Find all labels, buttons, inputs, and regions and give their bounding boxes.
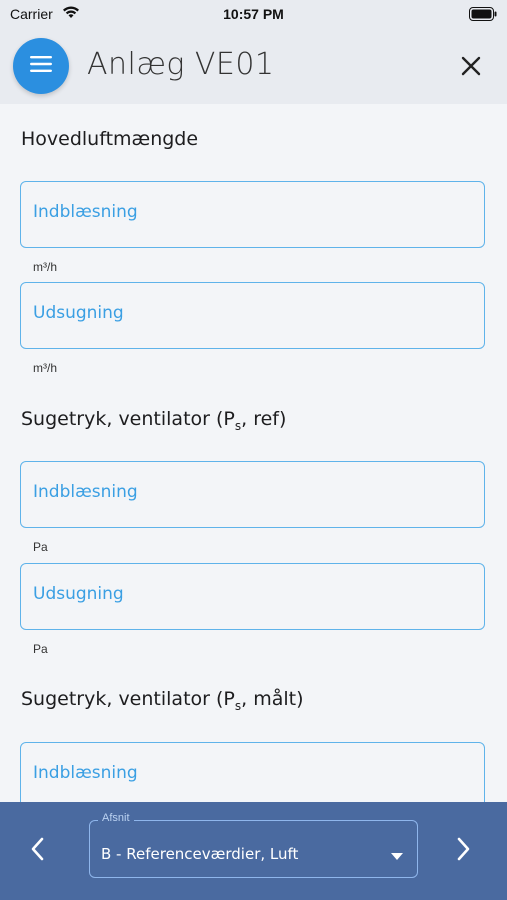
unit-label: m³/h [33, 361, 57, 375]
field-label: Indblæsning [33, 202, 138, 222]
field-label: Indblæsning [33, 763, 138, 783]
previous-section-button[interactable] [26, 834, 50, 864]
section-navigation-bar: Afsnit B - Referenceværdier, Luft [0, 802, 507, 900]
section-select[interactable]: Afsnit B - Referenceværdier, Luft [89, 812, 418, 878]
unit-label: m³/h [33, 260, 57, 274]
field-label: Indblæsning [33, 482, 138, 502]
section-title-sugetryk-maalt: Sugetryk, ventilator (Ps, målt) [21, 688, 304, 713]
close-button[interactable] [459, 54, 483, 78]
chevron-right-icon [451, 837, 475, 868]
clock: 10:57 PM [223, 6, 284, 22]
field-indblaesning[interactable]: Indblæsning [20, 461, 485, 528]
app-header: Anlæg VE01 [0, 30, 507, 104]
menu-button[interactable] [13, 38, 69, 94]
close-icon [459, 56, 483, 82]
select-legend: Afsnit [98, 812, 134, 824]
unit-label: Pa [33, 540, 48, 554]
section-title-hovedluftmaengde: Hovedluftmængde [21, 128, 199, 150]
form-content: Hovedluftmængde Indblæsning m³/h Udsugni… [0, 104, 507, 809]
field-label: Udsugning [33, 584, 124, 604]
next-section-button[interactable] [451, 834, 475, 864]
page-title: Anlæg VE01 [87, 47, 275, 82]
field-udsugning[interactable]: Udsugning [20, 563, 485, 630]
field-indblaesning[interactable]: Indblæsning [20, 742, 485, 809]
chevron-left-icon [26, 837, 50, 868]
unit-label: Pa [33, 642, 48, 656]
field-indblaesning[interactable]: Indblæsning [20, 181, 485, 248]
status-bar: Carrier 10:57 PM [0, 0, 507, 30]
hamburger-menu-icon [30, 55, 52, 77]
field-udsugning[interactable]: Udsugning [20, 282, 485, 349]
battery-icon [469, 7, 497, 26]
section-title-sugetryk-ref: Sugetryk, ventilator (Ps, ref) [21, 408, 287, 433]
dropdown-arrow-icon [391, 847, 403, 865]
select-value: B - Referenceværdier, Luft [101, 845, 299, 863]
field-label: Udsugning [33, 303, 124, 323]
